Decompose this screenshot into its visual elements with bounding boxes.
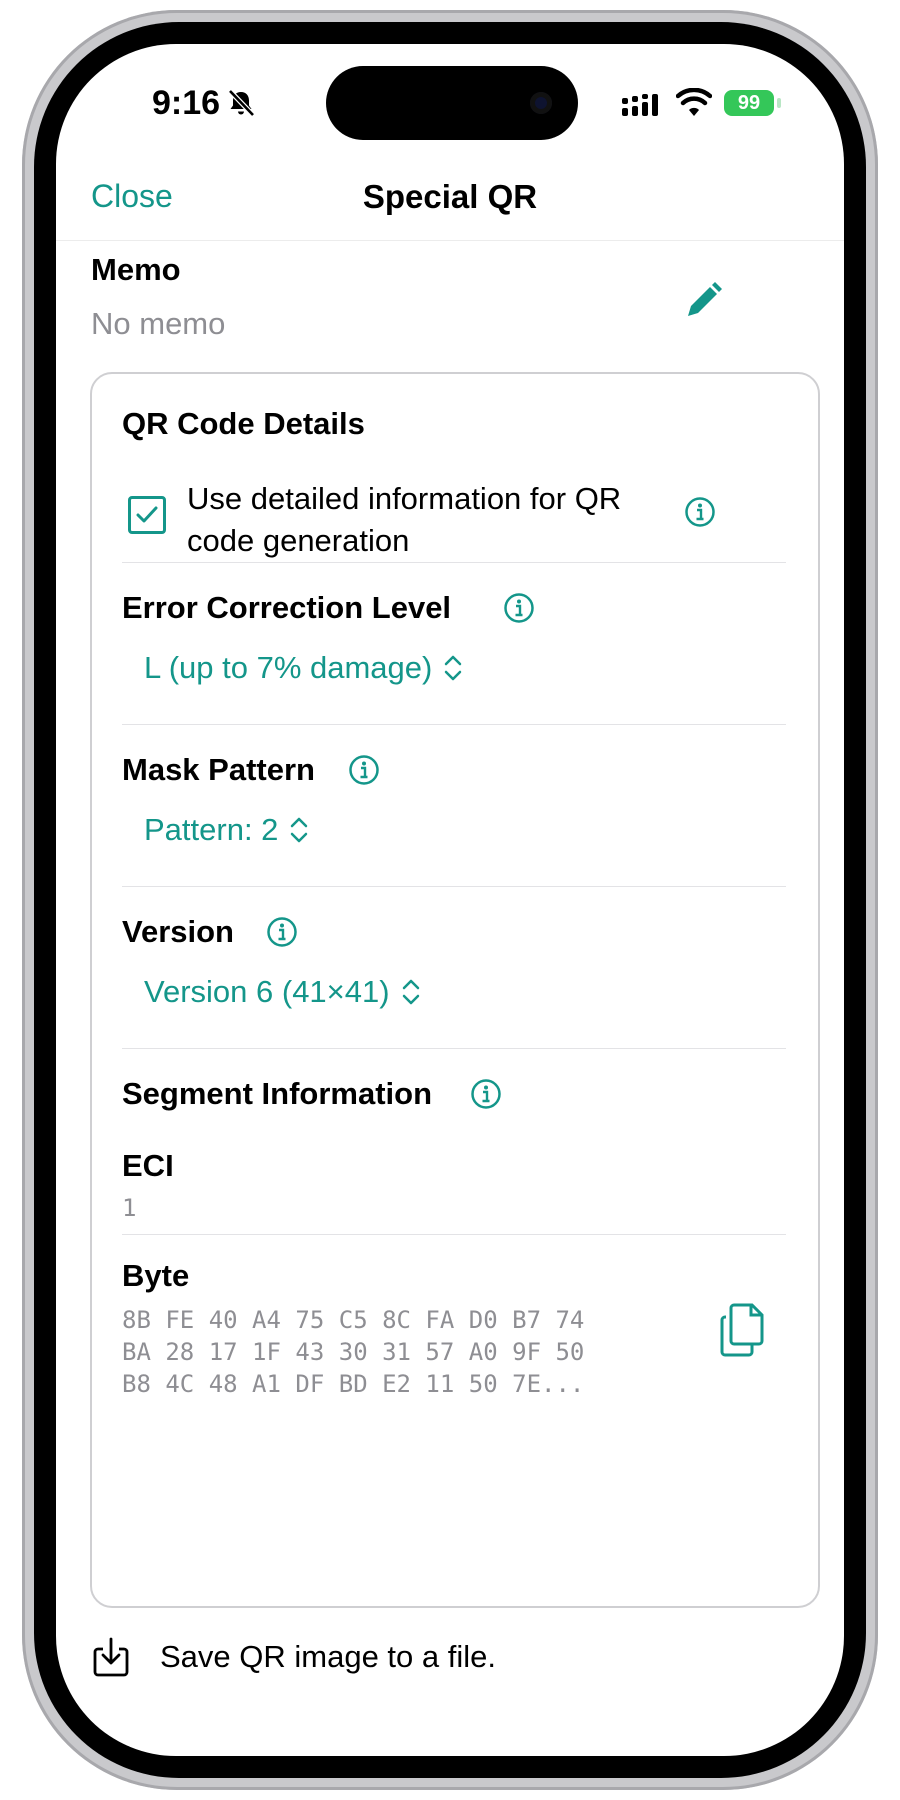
info-icon[interactable] (470, 1078, 502, 1110)
byte-label: Byte (122, 1258, 190, 1293)
byte-line: 8B FE 40 A4 75 C5 8C FA D0 B7 74 (122, 1306, 585, 1334)
eci-label: ECI (122, 1148, 174, 1183)
eci-value: 1 (122, 1194, 137, 1222)
save-qr-image-label: Save QR image to a file. (160, 1639, 496, 1674)
cellular-signal-icon (622, 94, 658, 116)
byte-line: B8 4C 48 A1 DF BD E2 11 50 7E... (122, 1370, 585, 1398)
error-correction-value: L (up to 7% damage) (144, 650, 433, 685)
dynamic-island (326, 66, 578, 140)
info-icon[interactable] (348, 754, 380, 786)
mask-pattern-picker[interactable]: Pattern: 2 (144, 812, 310, 848)
info-icon[interactable] (266, 916, 298, 948)
page-title: Special QR (362, 178, 538, 215)
memo-value: No memo (91, 306, 226, 341)
error-correction-label: Error Correction Level (122, 590, 452, 625)
use-detailed-label: Use detailed information for QR code gen… (187, 481, 622, 558)
bell-slash-icon (228, 89, 255, 117)
save-qr-image-row[interactable]: Save QR image to a file. (86, 1616, 814, 1698)
divider (122, 562, 786, 563)
download-icon (93, 1637, 129, 1677)
qr-details-card: QR Code Details Use detailed information… (90, 372, 820, 1608)
navigation-bar: Close Special QR (56, 164, 844, 241)
copy-icon[interactable] (720, 1302, 766, 1358)
battery-icon: 99 (724, 90, 774, 116)
version-picker[interactable]: Version 6 (41×41) (144, 974, 422, 1010)
error-correction-picker[interactable]: L (up to 7% damage) (144, 650, 464, 686)
version-value: Version 6 (41×41) (144, 974, 390, 1009)
battery-tip (777, 98, 781, 108)
divider (122, 1048, 786, 1049)
card-title: QR Code Details (122, 406, 365, 441)
use-detailed-checkbox[interactable] (128, 496, 166, 534)
front-camera (530, 92, 552, 114)
wifi-icon (676, 88, 712, 116)
pencil-icon[interactable] (680, 280, 724, 324)
divider (122, 886, 786, 887)
info-icon[interactable] (503, 592, 535, 624)
info-icon[interactable] (684, 496, 716, 528)
chevron-up-down-icon (445, 655, 462, 681)
divider (122, 724, 786, 725)
memo-label: Memo (91, 252, 181, 287)
chevron-up-down-icon (291, 817, 308, 843)
mask-pattern-value: Pattern: 2 (144, 812, 279, 847)
status-time: 9:16 (152, 84, 221, 122)
byte-line: BA 28 17 1F 43 30 31 57 A0 9F 50 (122, 1338, 585, 1366)
checkmark-icon (136, 506, 158, 523)
segment-information-label: Segment Information (122, 1076, 433, 1111)
mask-pattern-label: Mask Pattern (122, 752, 315, 787)
divider (122, 1234, 786, 1235)
app-screen: 9:16 99 Close Special QR Memo No memo QR… (56, 44, 844, 1756)
version-label: Version (122, 914, 234, 949)
chevron-up-down-icon (402, 979, 419, 1005)
